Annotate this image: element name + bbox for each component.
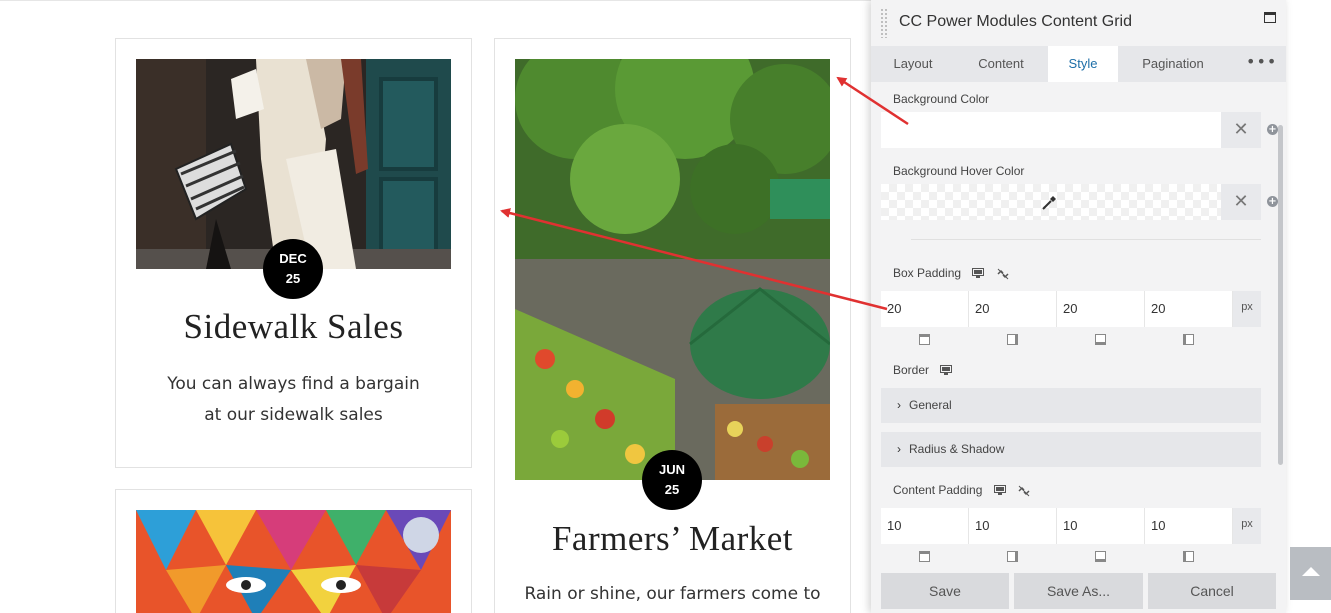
card-image-mural[interactable] <box>136 510 451 613</box>
content-padding-right-input[interactable]: 10 <box>969 508 1057 544</box>
chevron-right-icon: › <box>897 442 901 456</box>
content-card[interactable] <box>115 489 472 613</box>
date-badge: JUN 25 <box>642 450 702 510</box>
drag-handle-icon[interactable] <box>880 8 888 38</box>
tab-style[interactable]: Style <box>1048 46 1118 82</box>
box-padding-bottom-input[interactable]: 20 <box>1057 291 1145 327</box>
content-padding-label: Content Padding <box>893 483 1031 497</box>
box-padding-right-input[interactable]: 20 <box>969 291 1057 327</box>
panel-header[interactable]: CC Power Modules Content Grid <box>871 0 1286 46</box>
accordion-label: General <box>909 398 952 412</box>
content-padding-label-text: Content Padding <box>893 483 983 497</box>
card-title[interactable]: Sidewalk Sales <box>116 307 471 347</box>
clear-icon[interactable]: ✕ <box>1221 112 1261 148</box>
eyedropper-icon[interactable] <box>1041 193 1059 211</box>
card-image-market[interactable] <box>515 59 830 480</box>
card-image-shopping[interactable] <box>136 59 451 269</box>
top-divider <box>0 0 871 1</box>
left-side-icon <box>1183 334 1194 345</box>
settings-panel[interactable]: CC Power Modules Content Grid Layout Con… <box>871 0 1286 613</box>
chevron-right-icon: › <box>897 398 901 412</box>
add-preset-icon[interactable]: + <box>1267 124 1278 135</box>
page: DEC 25 Sidewalk Sales You can always fin… <box>0 0 1331 613</box>
desktop-icon[interactable] <box>940 365 953 376</box>
maximize-icon[interactable] <box>1264 12 1276 23</box>
unit-selector[interactable]: px <box>1233 291 1261 327</box>
panel-title: CC Power Modules Content Grid <box>899 13 1132 30</box>
date-day: 25 <box>664 482 680 497</box>
box-padding-top-input[interactable]: 20 <box>881 291 969 327</box>
panel-tabs: Layout Content Style Pagination ••• <box>871 46 1286 82</box>
border-label: Border <box>893 363 953 377</box>
unit-selector[interactable]: px <box>1233 508 1261 544</box>
box-padding-label: Box Padding <box>893 266 1010 280</box>
background-hover-color-picker[interactable]: ✕ <box>881 184 1261 220</box>
background-color-label: Background Color <box>893 92 990 106</box>
desktop-icon[interactable] <box>993 485 1006 496</box>
box-padding-label-text: Box Padding <box>893 266 962 280</box>
tab-pagination[interactable]: Pagination <box>1118 46 1228 82</box>
date-day: 25 <box>285 271 301 286</box>
tab-content[interactable]: Content <box>955 46 1047 82</box>
more-tabs-icon[interactable]: ••• <box>1246 46 1277 82</box>
card-title[interactable]: Farmers’ Market <box>495 519 850 559</box>
box-padding-inputs: 20 20 20 20 px <box>881 291 1261 327</box>
content-card-farmers-market[interactable]: JUN 25 Farmers’ Market Rain or shine, ou… <box>494 38 851 613</box>
date-month: DEC <box>279 251 307 266</box>
box-padding-left-input[interactable]: 20 <box>1145 291 1233 327</box>
panel-scrollbar[interactable] <box>1278 125 1283 465</box>
top-side-icon <box>919 551 930 562</box>
background-hover-color-label: Background Hover Color <box>893 164 1025 178</box>
date-badge: DEC 25 <box>263 239 323 299</box>
content-padding-bottom-input[interactable]: 10 <box>1057 508 1145 544</box>
unlink-icon[interactable] <box>996 268 1010 280</box>
bottom-side-icon <box>1095 551 1106 562</box>
desktop-icon[interactable] <box>972 268 985 279</box>
card-description: You can always find a bargain at our sid… <box>167 374 420 425</box>
clear-icon[interactable]: ✕ <box>1221 184 1261 220</box>
content-card-sidewalk-sales[interactable]: DEC 25 Sidewalk Sales You can always fin… <box>115 38 472 468</box>
content-padding-top-input[interactable]: 10 <box>881 508 969 544</box>
left-side-icon <box>1183 551 1194 562</box>
accordion-general[interactable]: › General <box>881 388 1261 423</box>
right-side-icon <box>1007 551 1018 562</box>
right-side-icon <box>1007 334 1018 345</box>
content-padding-inputs: 10 10 10 10 px <box>881 508 1261 544</box>
date-month: JUN <box>658 462 685 477</box>
section-divider <box>911 239 1261 240</box>
unlink-icon[interactable] <box>1017 485 1031 497</box>
top-side-icon <box>919 334 930 345</box>
accordion-label: Radius & Shadow <box>909 442 1005 456</box>
chevron-up-icon <box>1302 567 1320 576</box>
tab-layout[interactable]: Layout <box>871 46 955 82</box>
background-color-picker[interactable]: ✕ <box>881 112 1261 148</box>
content-padding-left-input[interactable]: 10 <box>1145 508 1233 544</box>
back-to-top-button[interactable] <box>1290 547 1331 600</box>
save-button[interactable]: Save <box>881 573 1009 609</box>
cancel-button[interactable]: Cancel <box>1148 573 1276 609</box>
accordion-radius-shadow[interactable]: › Radius & Shadow <box>881 432 1261 467</box>
save-as-button[interactable]: Save As... <box>1014 573 1143 609</box>
bottom-side-icon <box>1095 334 1106 345</box>
border-label-text: Border <box>893 363 930 377</box>
card-description: Rain or shine, our farmers come to <box>524 584 821 604</box>
add-preset-icon[interactable]: + <box>1267 196 1278 207</box>
